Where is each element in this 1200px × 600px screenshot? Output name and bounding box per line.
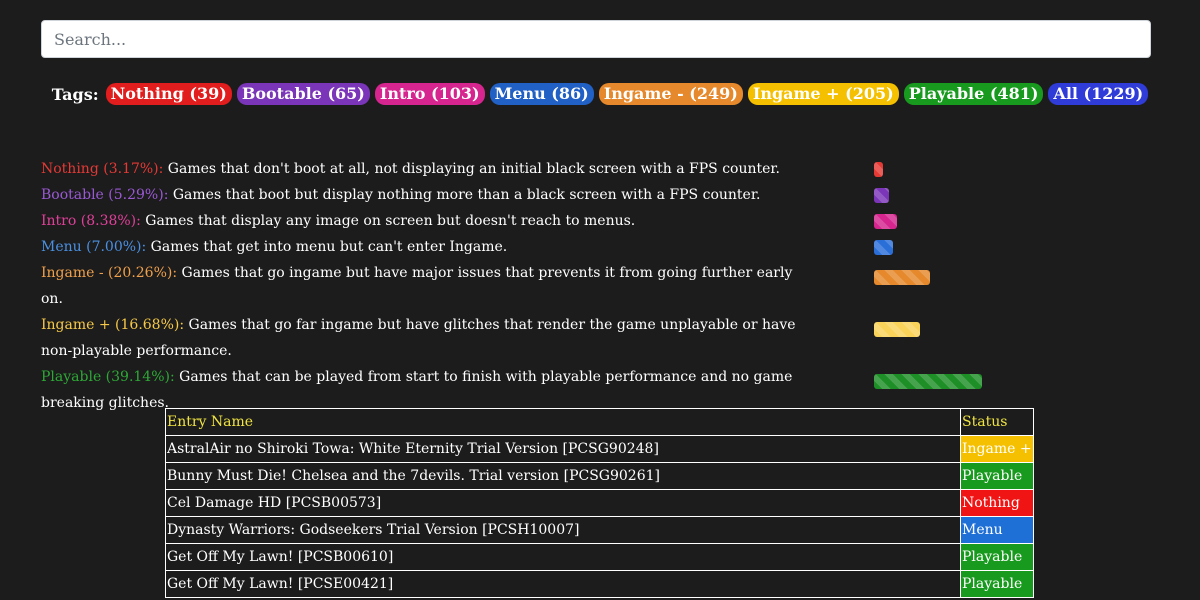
legend-name: Ingame + (16.68%):: [41, 317, 185, 333]
status-badge: Playable: [960, 543, 1034, 571]
legend-row-menu: Menu (7.00%): Games that get into menu b…: [41, 234, 1161, 260]
table-header-row: Entry Name Status: [165, 408, 1034, 436]
table-row: Cel Damage HD [PCSB00573] Nothing: [165, 489, 1034, 517]
legend-progress-bar: [874, 188, 889, 203]
tags-row: Tags: Nothing (39) Bootable (65) Intro (…: [0, 82, 1200, 106]
entry-name-header: Entry Name: [165, 408, 961, 436]
legend-description: Games that don't boot at all, not displa…: [163, 161, 781, 177]
status-badge: Playable: [960, 462, 1034, 490]
entry-name[interactable]: AstralAir no Shiroki Towa: White Eternit…: [165, 435, 961, 463]
tags-label: Tags:: [51, 84, 99, 104]
legend-row-intro: Intro (8.38%): Games that display any im…: [41, 208, 1161, 234]
status-badge: Playable: [960, 570, 1034, 598]
status-legend: Nothing (3.17%): Games that don't boot a…: [41, 156, 1161, 416]
entry-name[interactable]: Bunny Must Die! Chelsea and the 7devils.…: [165, 462, 961, 490]
legend-description: Games that display any image on screen b…: [140, 213, 636, 229]
tag-playable[interactable]: Playable (481): [903, 83, 1044, 105]
status-badge: Ingame +: [960, 435, 1034, 463]
legend-progress-bar: [874, 214, 897, 229]
tag-intro[interactable]: Intro (103): [374, 83, 485, 105]
legend-description: Games that boot but display nothing more…: [168, 187, 761, 203]
status-header: Status: [960, 408, 1034, 436]
table-row: Get Off My Lawn! [PCSB00610] Playable: [165, 543, 1034, 571]
tag-nothing[interactable]: Nothing (39): [105, 83, 232, 105]
legend-name: Intro (8.38%):: [41, 213, 141, 229]
legend-progress-bar: [874, 374, 982, 389]
search-input[interactable]: [41, 20, 1151, 58]
status-badge: Nothing: [960, 489, 1034, 517]
legend-name: Bootable (5.29%):: [41, 187, 169, 203]
table-row: Get Off My Lawn! [PCSE00421] Playable: [165, 570, 1034, 598]
entry-name[interactable]: Dynasty Warriors: Godseekers Trial Versi…: [165, 516, 961, 544]
legend-name: Nothing (3.17%):: [41, 161, 164, 177]
legend-row-ingame-plus: Ingame + (16.68%): Games that go far ing…: [41, 312, 1161, 364]
table-row: AstralAir no Shiroki Towa: White Eternit…: [165, 435, 1034, 463]
legend-row-bootable: Bootable (5.29%): Games that boot but di…: [41, 182, 1161, 208]
search-bar: [41, 20, 1151, 58]
legend-name: Menu (7.00%):: [41, 239, 147, 255]
tag-all[interactable]: All (1229): [1048, 83, 1149, 105]
legend-row-ingame-minus: Ingame - (20.26%): Games that go ingame …: [41, 260, 1161, 312]
legend-progress-bar: [874, 240, 893, 255]
table-row: Bunny Must Die! Chelsea and the 7devils.…: [165, 462, 1034, 490]
legend-progress-bar: [874, 270, 930, 285]
legend-progress-bar: [874, 162, 883, 177]
tag-bootable[interactable]: Bootable (65): [236, 83, 370, 105]
table-row: Dynasty Warriors: Godseekers Trial Versi…: [165, 516, 1034, 544]
legend-row-nothing: Nothing (3.17%): Games that don't boot a…: [41, 156, 1161, 182]
legend-name: Playable (39.14%):: [41, 369, 175, 385]
tag-ingame-plus[interactable]: Ingame + (205): [747, 83, 899, 105]
entry-name[interactable]: Get Off My Lawn! [PCSB00610]: [165, 543, 961, 571]
compatibility-table: Entry Name Status AstralAir no Shiroki T…: [165, 408, 1034, 598]
tag-menu[interactable]: Menu (86): [489, 83, 594, 105]
entry-name[interactable]: Cel Damage HD [PCSB00573]: [165, 489, 961, 517]
tag-ingame-minus[interactable]: Ingame - (249): [598, 83, 743, 105]
legend-progress-bar: [874, 322, 920, 337]
legend-description: Games that get into menu but can't enter…: [146, 239, 508, 255]
entry-name[interactable]: Get Off My Lawn! [PCSE00421]: [165, 570, 961, 598]
status-badge: Menu: [960, 516, 1034, 544]
legend-name: Ingame - (20.26%):: [41, 265, 178, 281]
